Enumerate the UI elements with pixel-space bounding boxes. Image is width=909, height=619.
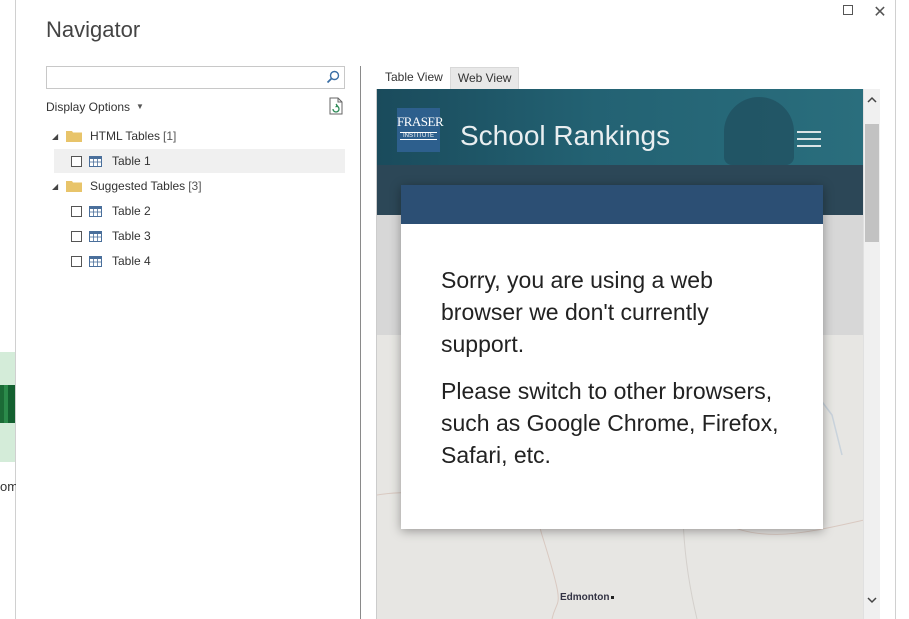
refresh-icon[interactable] xyxy=(328,97,344,115)
fraser-logo[interactable]: FRASER INSTITUTE xyxy=(397,108,444,152)
web-view-pane: FRASER INSTITUTE School Rankings Edmonto… xyxy=(376,89,863,619)
modal-message-line2: Please switch to other browsers, such as… xyxy=(441,378,779,468)
table-checkbox[interactable] xyxy=(71,255,82,267)
folder-icon xyxy=(66,181,82,192)
web-view-scrollbar[interactable] xyxy=(863,89,880,619)
table-icon xyxy=(89,155,102,167)
maximize-icon xyxy=(843,5,853,15)
tab-web-view[interactable]: Web View xyxy=(449,67,520,89)
dialog-title: Navigator xyxy=(46,17,141,42)
search-icon[interactable] xyxy=(326,70,340,84)
tree-item-label: Table 2 xyxy=(112,204,151,218)
tree-item-table-3[interactable]: Table 3 xyxy=(71,224,151,248)
header-photo xyxy=(724,97,794,165)
table-checkbox[interactable] xyxy=(71,155,82,167)
caret-down-icon: ▼ xyxy=(136,102,144,111)
tree-group-label: Suggested Tables xyxy=(90,179,186,193)
site-header: FRASER INSTITUTE School Rankings xyxy=(377,89,863,165)
scroll-up-icon[interactable] xyxy=(866,94,878,106)
table-icon xyxy=(89,230,102,242)
tree-item-table-1[interactable]: Table 1 xyxy=(54,149,345,173)
table-checkbox[interactable] xyxy=(71,205,82,217)
tab-table-view[interactable]: Table View xyxy=(378,67,450,89)
modal-body: Sorry, you are using a web browser we do… xyxy=(401,224,823,471)
tree-group-label: HTML Tables xyxy=(90,129,161,143)
site-title: School Rankings xyxy=(460,120,671,151)
map-label-edmonton: Edmonton xyxy=(560,592,615,603)
modal-header xyxy=(401,185,823,224)
tree-item-table-2[interactable]: Table 2 xyxy=(71,199,151,223)
navigator-dialog: ✕ Navigator Display Options ▼ ◢ HTML Tabl… xyxy=(16,0,896,619)
tree-group-html-tables[interactable]: ◢ HTML Tables [1] xyxy=(52,124,176,148)
background-tile-graphic xyxy=(0,385,15,423)
modal-message-line1: Sorry, you are using a web browser we do… xyxy=(441,267,713,357)
close-icon: ✕ xyxy=(873,4,887,21)
view-tabs: Table View Web View xyxy=(378,67,520,89)
maximize-button[interactable] xyxy=(838,2,858,20)
tree-item-label: Table 3 xyxy=(112,229,151,243)
scroll-down-icon[interactable] xyxy=(866,594,878,606)
tree-group-suggested-tables[interactable]: ◢ Suggested Tables [3] xyxy=(52,174,202,198)
folder-icon xyxy=(66,131,82,142)
hamburger-menu-icon[interactable] xyxy=(797,131,821,147)
tree-group-count: [3] xyxy=(188,179,202,193)
background-app xyxy=(0,0,16,619)
tree-item-table-4[interactable]: Table 4 xyxy=(71,249,151,273)
display-options-label: Display Options xyxy=(46,100,131,114)
tree-item-label: Table 1 xyxy=(112,154,151,168)
search-input[interactable] xyxy=(46,66,345,89)
expand-down-icon[interactable]: ◢ xyxy=(52,132,62,141)
scroll-thumb[interactable] xyxy=(865,124,879,242)
table-icon xyxy=(89,255,102,267)
table-checkbox[interactable] xyxy=(71,230,82,242)
tree-group-count: [1] xyxy=(163,129,177,143)
table-icon xyxy=(89,205,102,217)
expand-down-icon[interactable]: ◢ xyxy=(52,182,62,191)
display-options-dropdown[interactable]: Display Options ▼ xyxy=(46,100,144,114)
pane-splitter[interactable] xyxy=(360,66,361,619)
close-button[interactable]: ✕ xyxy=(870,2,890,21)
tree-item-label: Table 4 xyxy=(112,254,151,268)
city-dot-icon xyxy=(611,596,615,599)
unsupported-browser-modal: Sorry, you are using a web browser we do… xyxy=(401,185,823,529)
